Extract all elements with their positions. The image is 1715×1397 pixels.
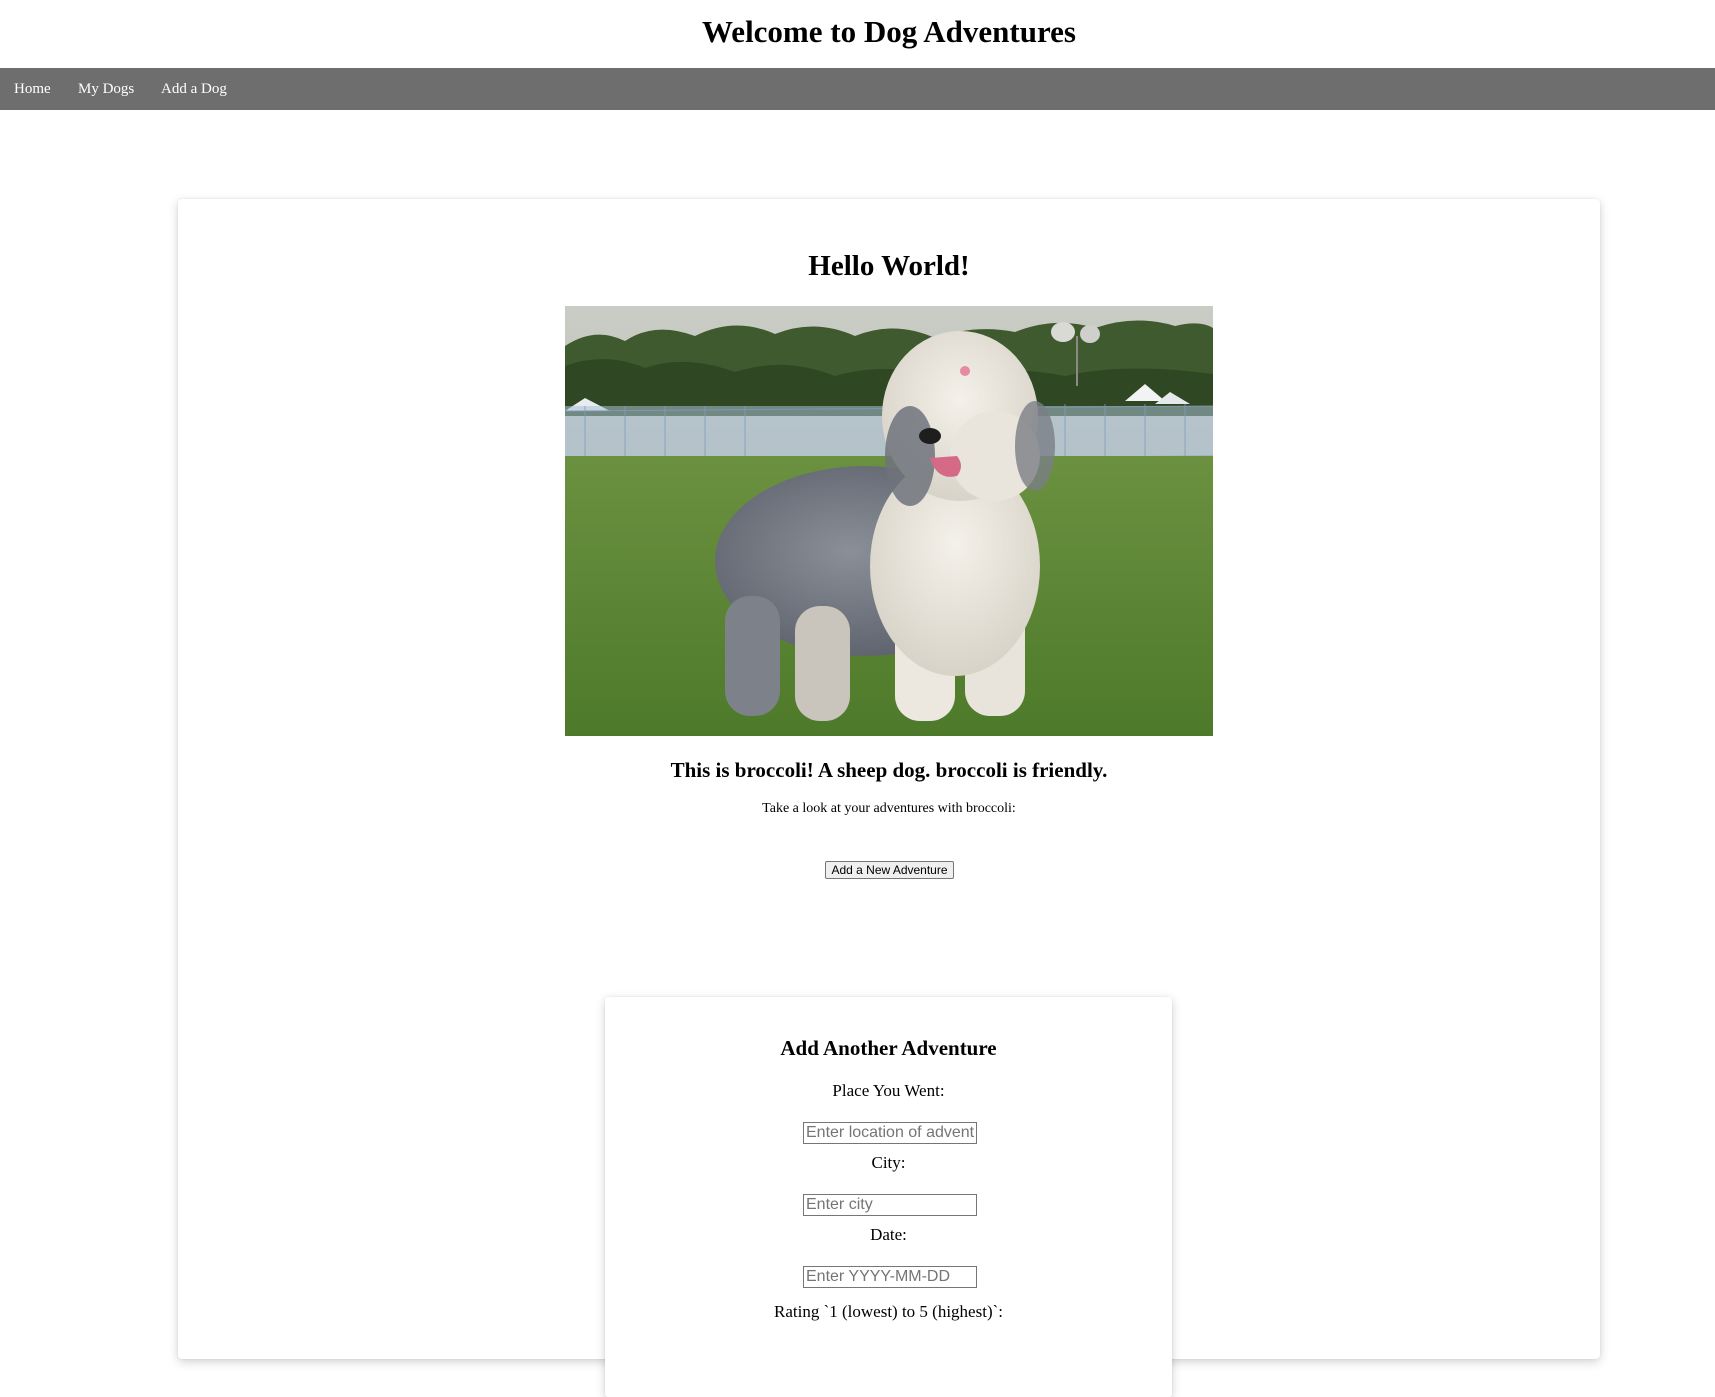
add-adventure-button[interactable]: Add a New Adventure: [825, 861, 954, 879]
add-adventure-form: Add Another Adventure Place You Went: Ci…: [605, 997, 1172, 1397]
dog-description: This is broccoli! A sheep dog. broccoli …: [670, 758, 1108, 782]
site-title: Welcome to Dog Adventures: [702, 14, 1076, 49]
rating-label: Rating `1 (lowest) to 5 (highest)`:: [774, 1302, 1003, 1321]
nav-my-dogs-link[interactable]: My Dogs: [78, 80, 134, 98]
site-header: Welcome to Dog Adventures: [0, 0, 1715, 68]
adventures-intro-text: Take a look at your adventures with broc…: [762, 801, 1016, 816]
navbar: Home My Dogs Add a Dog: [0, 68, 1715, 110]
dog-profile-card: Hello World! This is broccoli! A sheep d…: [178, 199, 1600, 1397]
place-input[interactable]: [803, 1122, 977, 1144]
form-title: Add Another Adventure: [780, 1036, 997, 1060]
nav-home-link[interactable]: Home: [14, 80, 51, 98]
city-input[interactable]: [803, 1194, 977, 1216]
date-input[interactable]: [803, 1266, 977, 1288]
nav-add-dog-link[interactable]: Add a Dog: [161, 80, 227, 98]
sheepdog-photo: [565, 306, 1213, 736]
date-label: Date:: [870, 1225, 907, 1244]
place-label: Place You Went:: [832, 1081, 945, 1100]
page-title: Hello World!: [808, 250, 970, 282]
city-label: City:: [871, 1153, 906, 1172]
